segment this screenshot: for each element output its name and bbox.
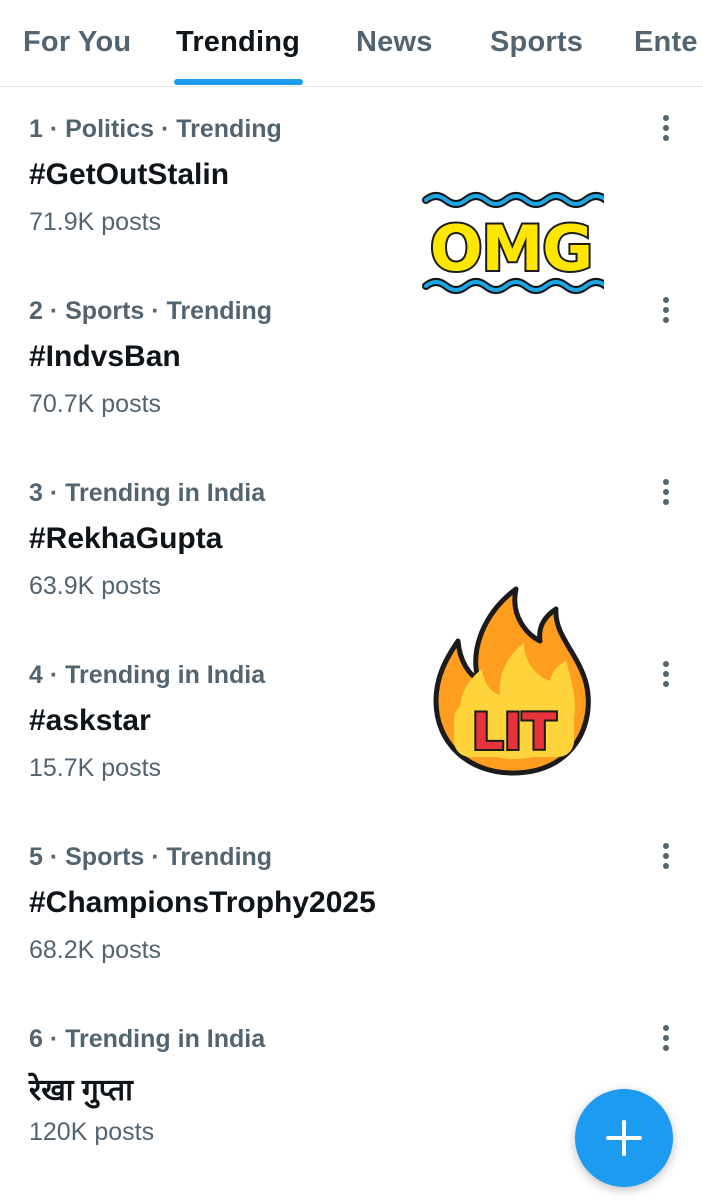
trend-title: रेखा गुप्ता <box>29 1074 133 1107</box>
trend-meta: 3 · Trending in India <box>29 479 266 507</box>
trend-meta: 1 · Politics · Trending <box>29 115 282 143</box>
more-vertical-icon[interactable] <box>652 659 680 689</box>
trend-post-count: 15.7K posts <box>29 754 162 782</box>
compose-button[interactable] <box>575 1089 673 1187</box>
tab-trending[interactable]: Trending <box>176 26 300 59</box>
trend-title: #GetOutStalin <box>29 158 230 191</box>
trend-post-count: 70.7K posts <box>29 390 162 418</box>
more-vertical-icon[interactable] <box>652 477 680 507</box>
lit-flame-sticker: LIT <box>433 586 591 776</box>
trend-meta: 2 · Sports · Trending <box>29 297 273 325</box>
trend-post-count: 71.9K posts <box>29 208 162 236</box>
more-vertical-icon[interactable] <box>652 1023 680 1053</box>
active-tab-indicator <box>174 79 303 85</box>
tab-bar: For You Trending News Sports Ente <box>0 0 703 87</box>
trend-post-count: 63.9K posts <box>29 572 162 600</box>
tab-for-you[interactable]: For You <box>23 26 131 59</box>
omg-sticker: OMG <box>422 192 604 294</box>
tab-sports[interactable]: Sports <box>490 26 583 59</box>
trend-meta: 6 · Trending in India <box>29 1025 266 1053</box>
plus-icon <box>606 1120 642 1156</box>
lit-sticker-text: LIT <box>472 703 557 761</box>
trend-title: #askstar <box>29 704 151 737</box>
tab-entertainment[interactable]: Ente <box>634 26 698 59</box>
trend-title: #RekhaGupta <box>29 522 223 555</box>
omg-sticker-text: OMG <box>430 212 592 285</box>
trend-title: #IndvsBan <box>29 340 181 373</box>
trend-meta: 5 · Sports · Trending <box>29 843 273 871</box>
more-vertical-icon[interactable] <box>652 113 680 143</box>
trend-meta: 4 · Trending in India <box>29 661 266 689</box>
trend-item[interactable]: 5 · Sports · Trending #ChampionsTrophy20… <box>0 815 703 997</box>
trend-post-count: 68.2K posts <box>29 936 162 964</box>
tab-news[interactable]: News <box>356 26 433 59</box>
trend-title: #ChampionsTrophy2025 <box>29 886 376 919</box>
more-vertical-icon[interactable] <box>652 841 680 871</box>
trend-post-count: 120K posts <box>29 1118 155 1146</box>
more-vertical-icon[interactable] <box>652 295 680 325</box>
